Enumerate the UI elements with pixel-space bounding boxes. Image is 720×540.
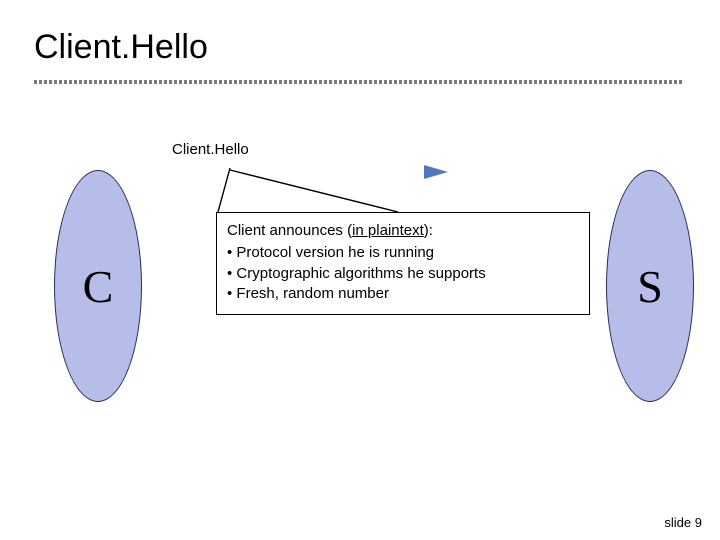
footer-number: 9	[695, 515, 702, 530]
callout-bullet: Fresh, random number	[227, 284, 579, 304]
callout-lead-prefix: Client announces (	[227, 222, 352, 239]
slide-footer: slide 9	[664, 515, 702, 530]
callout-lead-underlined: in plaintext	[352, 222, 424, 239]
callout-lead-suffix: ):	[424, 222, 433, 239]
callout-bullets: Protocol version he is running Cryptogra…	[227, 243, 579, 304]
callout-box: Client announces (in plaintext): Protoco…	[216, 212, 590, 315]
footer-label: slide	[664, 515, 691, 530]
callout-bullet: Cryptographic algorithms he supports	[227, 264, 579, 284]
callout-lead: Client announces (in plaintext):	[227, 221, 579, 241]
callout-bullet: Protocol version he is running	[227, 243, 579, 263]
